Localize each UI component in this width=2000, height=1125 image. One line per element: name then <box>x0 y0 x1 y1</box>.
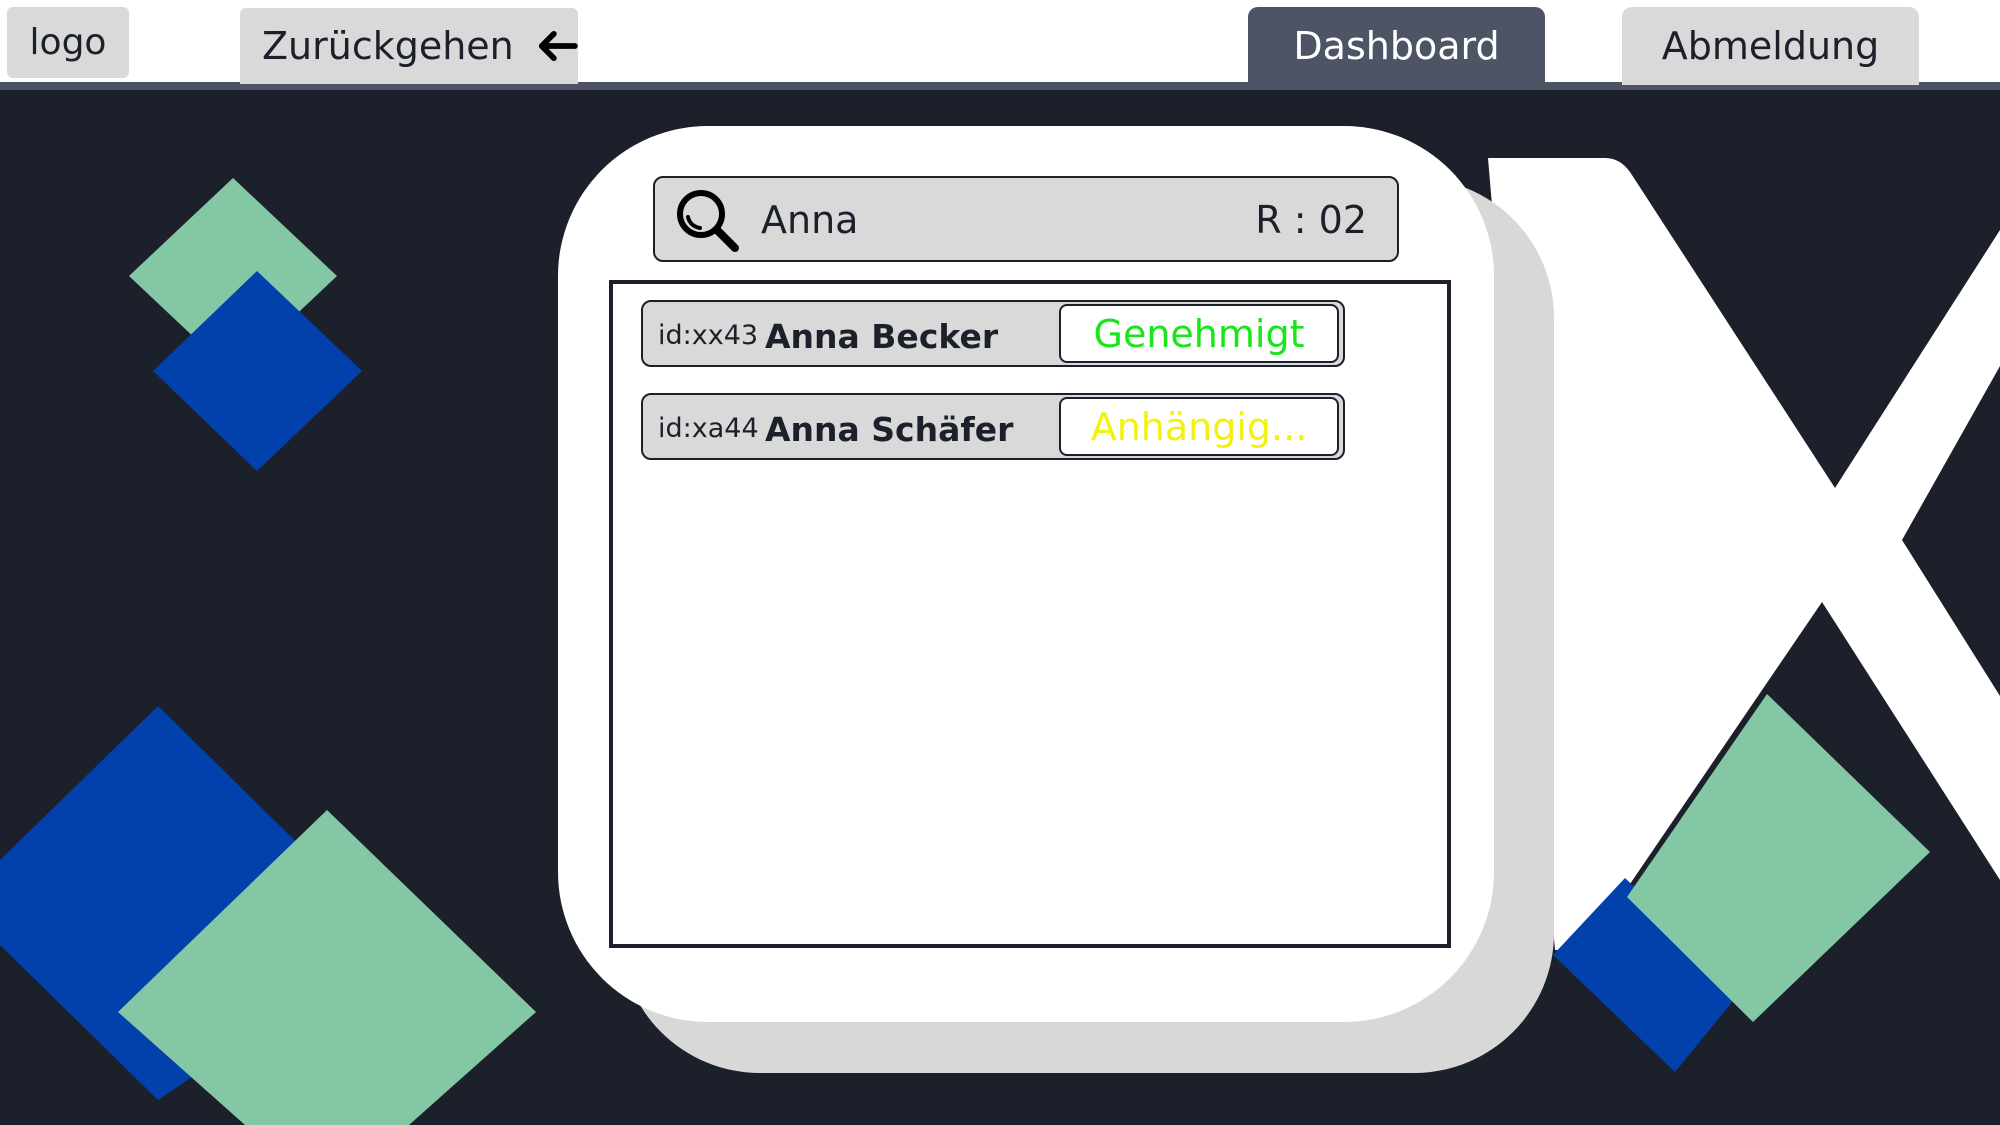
deco-diamond-blue-bottom <box>0 706 396 1100</box>
status-badge: Genehmigt <box>1059 304 1339 363</box>
deco-diamond-blue-top <box>153 271 362 471</box>
back-button[interactable]: Zurückgehen <box>240 8 578 84</box>
result-count: R : 02 <box>1255 198 1367 242</box>
arrow-left-icon <box>538 30 578 62</box>
back-label: Zurückgehen <box>262 24 514 68</box>
deco-diamond-blue-right <box>1553 878 1742 1072</box>
status-label: Genehmigt <box>1093 311 1305 356</box>
dashboard-label: Dashboard <box>1293 24 1500 68</box>
search-bar[interactable]: R : 02 <box>653 176 1399 262</box>
search-icon <box>677 190 739 252</box>
result-row[interactable]: id:xa44 Anna Schäfer Anhängig... <box>641 393 1345 460</box>
result-id: id:xa44 <box>658 413 759 444</box>
logout-button[interactable]: Abmeldung <box>1622 7 1919 85</box>
status-label: Anhängig... <box>1090 404 1308 449</box>
deco-diamond-green-right <box>1627 694 1930 1022</box>
result-name: Anna Becker <box>765 317 999 356</box>
deco-diamond-green-bottom <box>118 810 536 1125</box>
logo-label: logo <box>29 22 107 63</box>
result-name: Anna Schäfer <box>765 410 1014 449</box>
dashboard-tab[interactable]: Dashboard <box>1248 7 1545 85</box>
result-id: id:xx43 <box>658 320 759 351</box>
results-panel <box>609 280 1451 948</box>
status-badge: Anhängig... <box>1059 397 1339 456</box>
x-shape <box>1488 158 2000 950</box>
logo-button[interactable]: logo <box>7 7 129 78</box>
logout-label: Abmeldung <box>1661 24 1880 68</box>
deco-diamond-green-top <box>129 178 337 374</box>
search-input[interactable] <box>761 196 1181 244</box>
result-row[interactable]: id:xx43 Anna Becker Genehmigt <box>641 300 1345 367</box>
